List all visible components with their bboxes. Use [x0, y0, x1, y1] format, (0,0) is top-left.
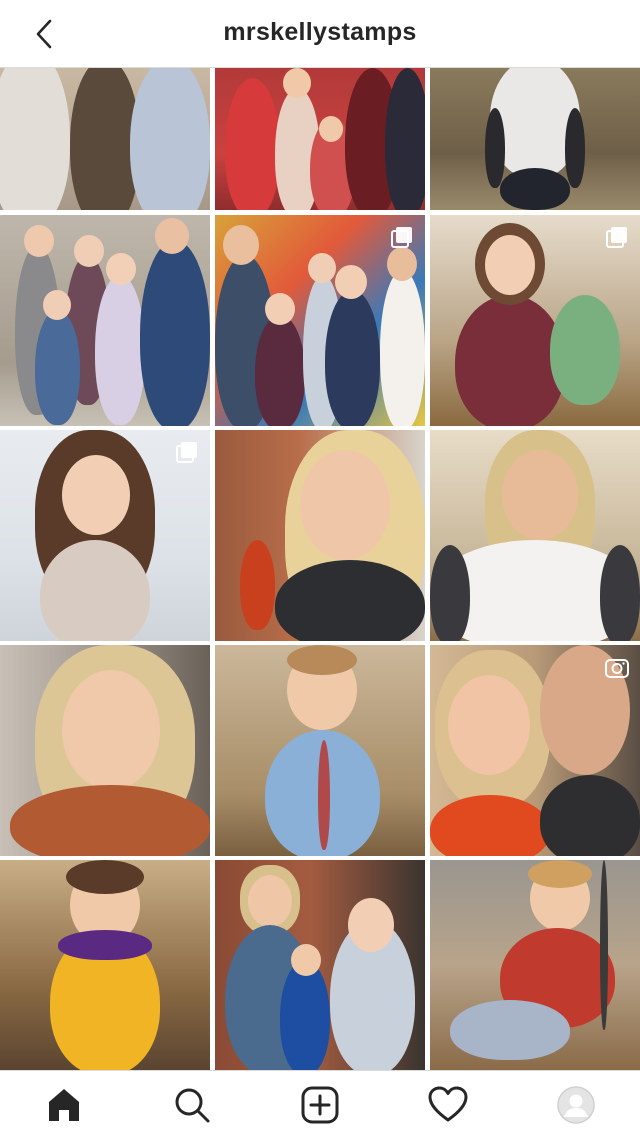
post-thumbnail[interactable]: [430, 430, 640, 641]
profile-username-title: mrskellystamps: [223, 18, 417, 46]
heart-icon: [428, 1086, 468, 1121]
post-thumbnail[interactable]: [215, 860, 425, 1070]
add-post-icon: [301, 1086, 339, 1123]
nav-profile[interactable]: [546, 1075, 606, 1135]
post-thumbnail[interactable]: [0, 68, 210, 210]
nav-new-post[interactable]: [290, 1075, 350, 1135]
post-thumbnail[interactable]: [215, 215, 425, 426]
post-thumbnail[interactable]: [215, 430, 425, 641]
post-thumbnail[interactable]: [0, 430, 210, 641]
nav-activity[interactable]: [418, 1075, 478, 1135]
nav-search[interactable]: [162, 1075, 222, 1135]
post-thumbnail[interactable]: [430, 645, 640, 856]
post-thumbnail[interactable]: [430, 68, 640, 210]
multiple-photos-icon: [391, 227, 412, 248]
multiple-photos-icon: [176, 442, 197, 463]
post-grid: [0, 68, 640, 1070]
video-camera-icon: [605, 659, 629, 678]
post-thumbnail[interactable]: [430, 860, 640, 1070]
post-thumbnail[interactable]: [215, 645, 425, 856]
nav-home[interactable]: [34, 1075, 94, 1135]
post-thumbnail[interactable]: [215, 68, 425, 210]
post-thumbnail[interactable]: [0, 645, 210, 856]
profile-avatar-icon: [557, 1085, 595, 1124]
profile-posts-screen: mrskellystamps: [0, 0, 640, 1138]
top-bar: mrskellystamps: [0, 0, 640, 68]
post-thumbnail[interactable]: [0, 215, 210, 426]
multiple-photos-icon: [606, 227, 627, 248]
search-icon: [175, 1088, 210, 1122]
post-thumbnail[interactable]: [0, 860, 210, 1070]
bottom-navigation: [0, 1070, 640, 1138]
post-thumbnail[interactable]: [430, 215, 640, 426]
home-icon: [49, 1088, 79, 1121]
